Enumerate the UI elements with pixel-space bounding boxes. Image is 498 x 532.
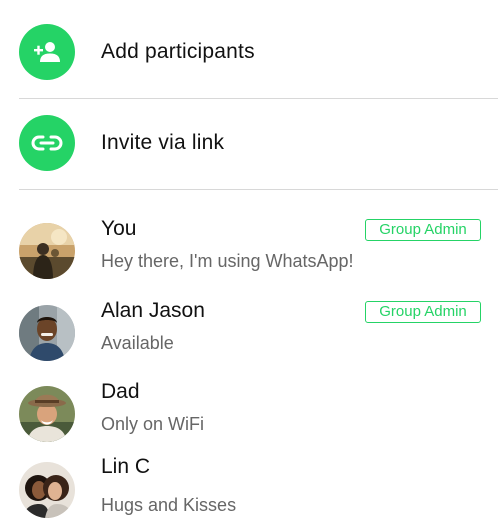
invite-via-link-label: Invite via link <box>101 131 225 154</box>
member-name: You <box>101 217 137 240</box>
add-person-icon <box>19 24 75 80</box>
invite-via-link-button[interactable]: Invite via link <box>0 113 498 173</box>
link-icon <box>19 115 75 171</box>
group-participants-panel: Add participants Invite via link You Gro… <box>0 0 498 532</box>
add-participants-button[interactable]: Add participants <box>0 22 498 82</box>
avatar <box>19 305 75 361</box>
member-name: Lin C <box>101 455 151 478</box>
group-admin-badge: Group Admin <box>365 301 481 323</box>
member-row-dad[interactable]: Dad Only on WiFi <box>0 380 498 448</box>
member-status: Hey there, I'm using WhatsApp! <box>101 251 354 271</box>
add-participants-label: Add participants <box>101 40 255 63</box>
group-admin-badge: Group Admin <box>365 219 481 241</box>
avatar <box>19 462 75 518</box>
member-status: Hugs and Kisses <box>101 495 237 515</box>
member-row-you[interactable]: You Group Admin Hey there, I'm using Wha… <box>0 217 498 285</box>
member-name: Alan Jason <box>101 299 205 322</box>
member-row-alan-jason[interactable]: Alan Jason Group Admin Available <box>0 299 498 367</box>
divider <box>19 189 498 190</box>
member-status: Available <box>101 333 174 353</box>
member-status: Only on WiFi <box>101 414 205 434</box>
avatar <box>19 223 75 279</box>
divider <box>19 98 498 99</box>
avatar <box>19 386 75 442</box>
member-name: Dad <box>101 380 140 403</box>
member-row-lin-c[interactable]: Lin C Hugs and Kisses <box>0 455 498 523</box>
